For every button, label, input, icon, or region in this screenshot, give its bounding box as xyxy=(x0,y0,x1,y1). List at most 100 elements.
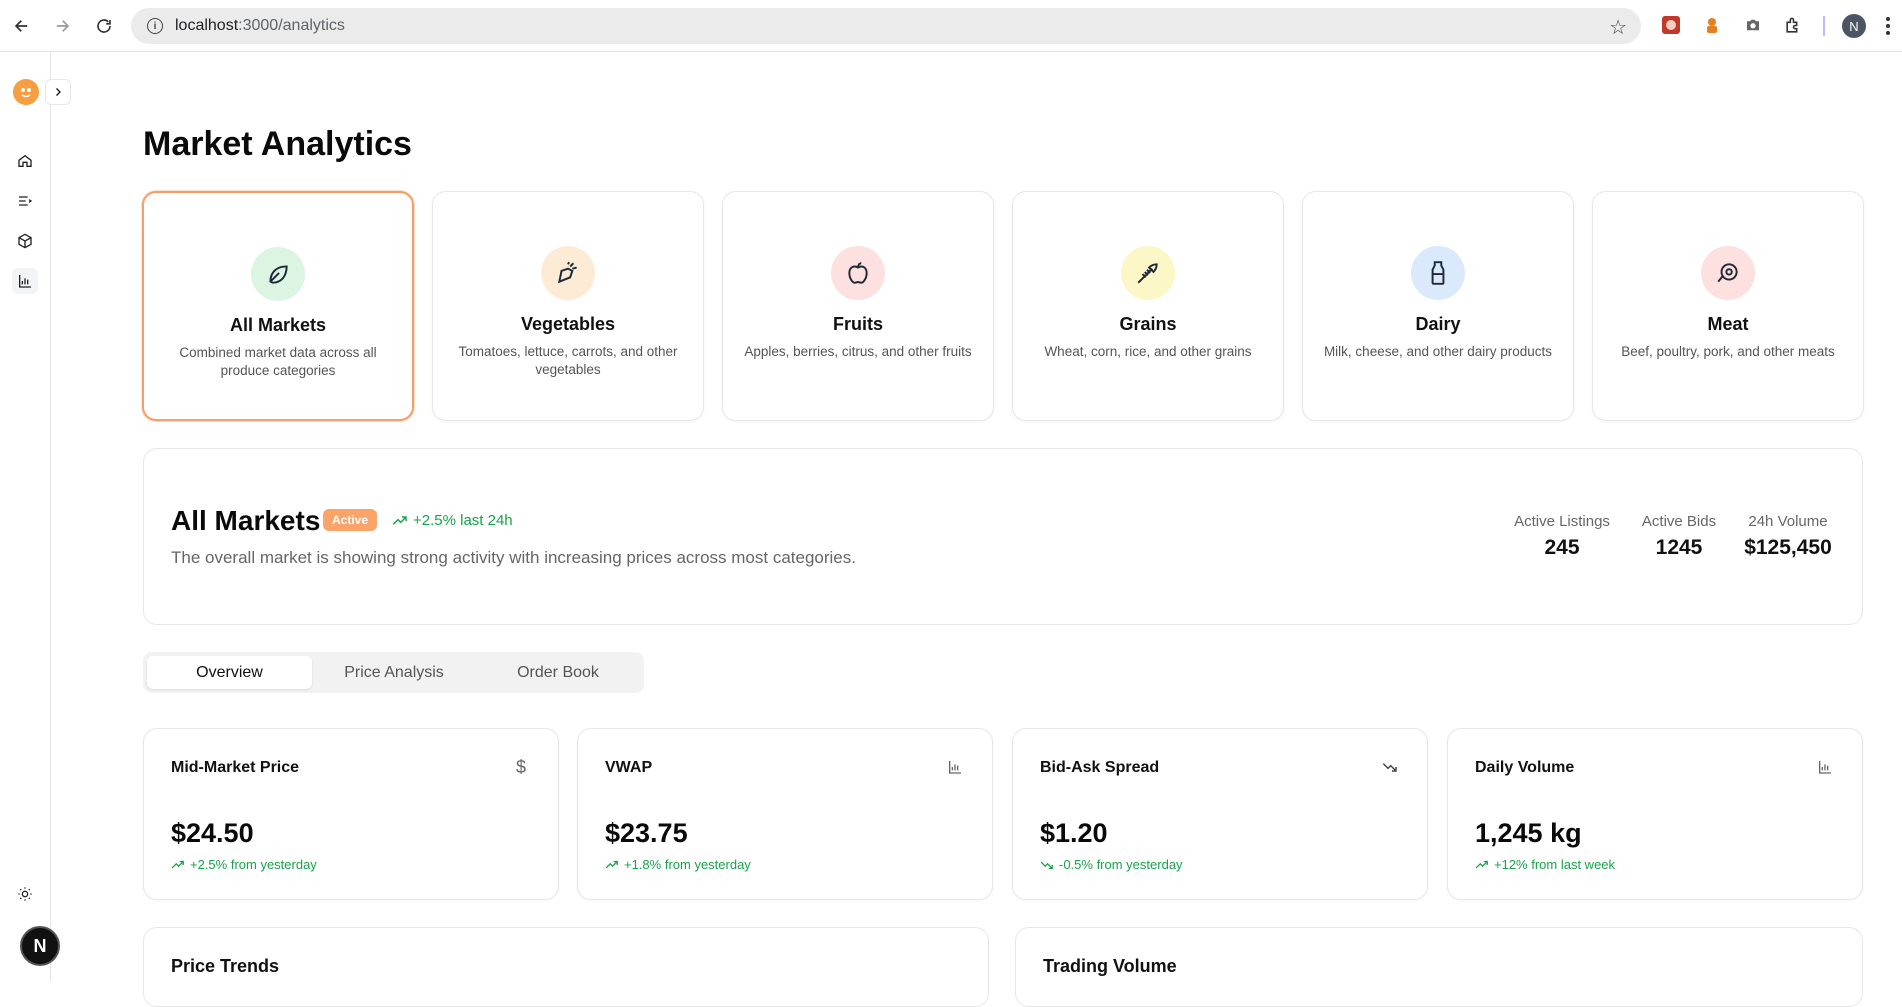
nextjs-dev-badge[interactable]: N xyxy=(20,926,60,966)
sidebar-item-products[interactable] xyxy=(12,228,38,254)
stat-24h-volume: 24h Volume $125,450 xyxy=(1738,513,1838,560)
category-card-dairy[interactable]: Dairy Milk, cheese, and other dairy prod… xyxy=(1302,191,1574,421)
overview-description: The overall market is showing strong act… xyxy=(171,548,856,567)
category-desc: Milk, cheese, and other dairy products xyxy=(1323,344,1553,359)
category-desc: Wheat, corn, rice, and other grains xyxy=(1044,344,1252,359)
analytics-tabs: Overview Price Analysis Order Book xyxy=(143,652,644,693)
browser-toolbar: i localhost:3000/analytics ☆ N xyxy=(0,0,1902,52)
stat-active-listings: Active Listings 245 xyxy=(1510,513,1614,560)
overview-change-text: +2.5% last 24h xyxy=(413,512,513,529)
overview-change: +2.5% last 24h xyxy=(392,512,513,529)
stat-active-bids: Active Bids 1245 xyxy=(1634,513,1724,560)
category-title: All Markets xyxy=(229,315,327,335)
category-desc: Apples, berries, citrus, and other fruit… xyxy=(744,344,972,359)
theme-toggle[interactable] xyxy=(12,881,38,907)
package-icon xyxy=(18,233,32,249)
trending-up-icon xyxy=(392,515,407,525)
tab-order-book[interactable]: Order Book xyxy=(476,656,640,689)
milk-icon xyxy=(1411,246,1465,300)
overview-title: All Markets xyxy=(171,505,321,536)
reload-icon[interactable] xyxy=(93,15,115,37)
url-host: localhost xyxy=(175,17,239,34)
sidebar-item-listings[interactable] xyxy=(12,188,38,214)
stat-value: 245 xyxy=(1544,536,1580,559)
extension-icon-2[interactable] xyxy=(1701,14,1723,36)
status-badge: Active xyxy=(323,509,378,531)
site-info-icon[interactable]: i xyxy=(147,18,163,34)
trending-up-icon xyxy=(1475,860,1488,868)
bookmark-star-icon[interactable]: ☆ xyxy=(1609,15,1627,40)
category-desc: Combined market data across all produce … xyxy=(179,345,377,378)
metric-change-text: +12% from last week xyxy=(1494,857,1616,872)
bar-chart-icon xyxy=(946,758,964,776)
category-desc: Beef, poultry, pork, and other meats xyxy=(1621,344,1835,359)
category-card-all-markets[interactable]: All Markets Combined market data across … xyxy=(142,191,414,421)
category-card-grains[interactable]: Grains Wheat, corn, rice, and other grai… xyxy=(1012,191,1284,421)
bar-chart-icon xyxy=(1816,758,1834,776)
wheat-icon xyxy=(1121,246,1175,300)
back-icon[interactable] xyxy=(11,15,33,37)
metric-card-bid-ask-spread: Bid-Ask Spread $1.20 -0.5% from yesterda… xyxy=(1012,728,1428,900)
extension-icon-1[interactable] xyxy=(1660,14,1682,36)
stat-label: Active Bids xyxy=(1641,513,1717,530)
card-title: Price Trends xyxy=(171,956,280,976)
extensions-puzzle-icon[interactable] xyxy=(1782,14,1804,36)
trending-down-icon xyxy=(1040,861,1053,869)
sidebar-item-analytics[interactable] xyxy=(12,268,38,294)
trending-up-icon xyxy=(171,860,184,868)
url-path: :3000/analytics xyxy=(238,17,345,34)
metric-change: -0.5% from yesterday xyxy=(1040,857,1183,872)
category-desc: Tomatoes, lettuce, carrots, and other ve… xyxy=(458,344,678,377)
category-card-vegetables[interactable]: Vegetables Tomatoes, lettuce, carrots, a… xyxy=(432,191,704,421)
metric-value: $1.20 xyxy=(1040,818,1108,848)
apple-icon xyxy=(831,246,885,300)
metric-change-text: -0.5% from yesterday xyxy=(1059,857,1183,872)
card-title: Trading Volume xyxy=(1043,956,1177,976)
tab-price-analysis[interactable]: Price Analysis xyxy=(312,656,476,689)
category-title: Grains xyxy=(1119,314,1177,334)
dollar-icon: $ xyxy=(515,756,526,777)
address-bar[interactable]: i localhost:3000/analytics ☆ xyxy=(131,8,1641,44)
metric-value: $23.75 xyxy=(605,818,688,848)
sidebar-item-home[interactable] xyxy=(12,148,38,174)
app-logo[interactable] xyxy=(13,79,39,105)
trading-volume-card: Trading Volume xyxy=(1015,927,1863,1007)
metric-change: +1.8% from yesterday xyxy=(605,857,751,872)
category-card-meat[interactable]: Meat Beef, poultry, pork, and other meat… xyxy=(1592,191,1864,421)
sidebar xyxy=(0,53,71,981)
carrot-icon xyxy=(541,246,595,300)
category-title: Vegetables xyxy=(520,314,616,334)
sidebar-expand-button[interactable] xyxy=(45,79,71,105)
category-title: Fruits xyxy=(832,314,883,334)
metric-change-text: +2.5% from yesterday xyxy=(190,857,317,872)
metric-value: 1,245 kg xyxy=(1475,818,1582,848)
stat-label: Active Listings xyxy=(1514,513,1610,530)
metric-title: VWAP xyxy=(605,759,653,776)
toolbar-divider xyxy=(1823,16,1825,36)
list-icon xyxy=(19,196,33,206)
price-trends-card: Price Trends xyxy=(143,927,989,1007)
bar-chart-icon xyxy=(19,275,31,288)
page-title: Market Analytics xyxy=(143,125,412,163)
metric-change-text: +1.8% from yesterday xyxy=(624,857,751,872)
metric-change: +12% from last week xyxy=(1475,857,1615,872)
metric-title: Mid-Market Price xyxy=(171,759,300,776)
metric-change: +2.5% from yesterday xyxy=(171,857,317,872)
home-icon xyxy=(18,154,32,167)
metric-card-mid-market-price: Mid-Market Price $ $24.50 +2.5% from yes… xyxy=(143,728,559,900)
camera-icon[interactable] xyxy=(1742,14,1764,36)
metric-title: Bid-Ask Spread xyxy=(1040,759,1160,776)
metric-card-daily-volume: Daily Volume 1,245 kg +12% from last wee… xyxy=(1447,728,1863,900)
tab-overview[interactable]: Overview xyxy=(147,656,312,689)
trending-down-icon xyxy=(1381,758,1399,776)
forward-icon[interactable] xyxy=(51,15,73,37)
sun-icon xyxy=(18,887,32,901)
stat-value: 1245 xyxy=(1655,536,1703,559)
beef-icon xyxy=(1701,246,1755,300)
stat-value: $125,450 xyxy=(1744,536,1832,559)
category-card-fruits[interactable]: Fruits Apples, berries, citrus, and othe… xyxy=(722,191,994,421)
metric-title: Daily Volume xyxy=(1475,759,1575,776)
leaf-icon xyxy=(251,247,305,301)
browser-menu-icon[interactable] xyxy=(1883,14,1893,38)
profile-avatar[interactable]: N xyxy=(1842,14,1866,38)
